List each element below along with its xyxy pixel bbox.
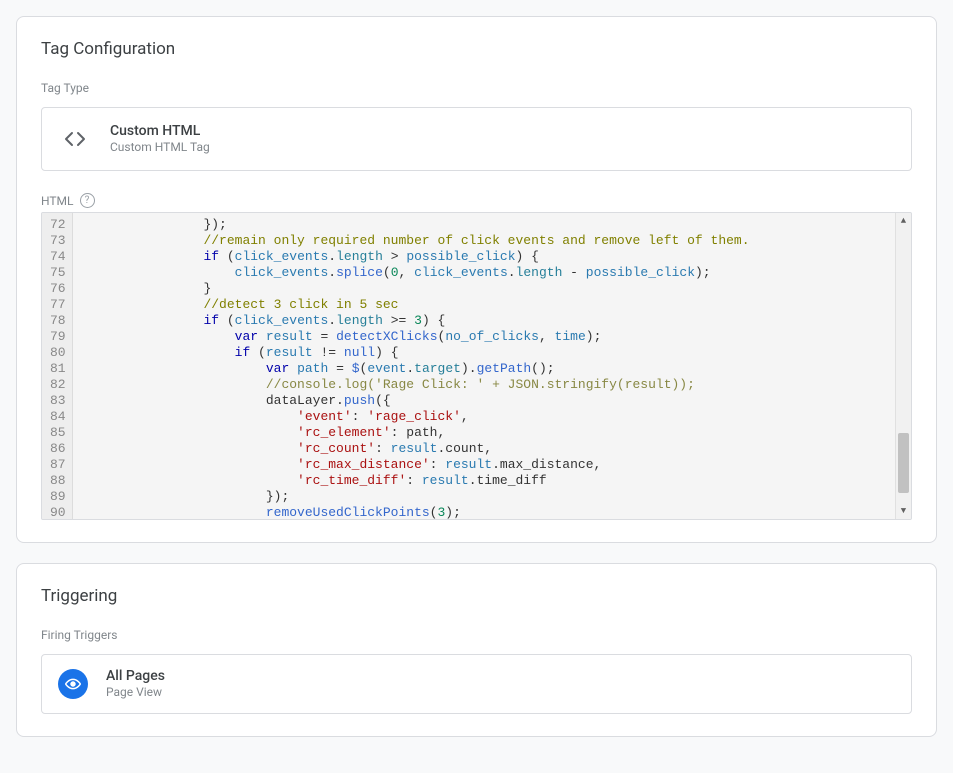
- html-field-label-row: HTML ?: [41, 193, 912, 208]
- scroll-up-arrow-icon[interactable]: ▲: [896, 213, 911, 229]
- tag-config-title: Tag Configuration: [41, 39, 912, 59]
- code-editor[interactable]: 72737475767778798081828384858687888990 }…: [41, 212, 912, 520]
- triggering-card: Triggering Firing Triggers All Pages Pag…: [16, 563, 937, 737]
- help-icon[interactable]: ?: [80, 193, 95, 208]
- tag-type-name: Custom HTML: [110, 122, 210, 140]
- trigger-sub: Page View: [106, 685, 165, 701]
- scroll-thumb[interactable]: [898, 433, 909, 493]
- editor-gutter: 72737475767778798081828384858687888990: [42, 213, 73, 519]
- triggering-title: Triggering: [41, 586, 912, 606]
- trigger-text: All Pages Page View: [106, 667, 165, 701]
- eye-icon: [58, 669, 88, 699]
- editor-code[interactable]: }); //remain only required number of cli…: [73, 213, 895, 519]
- trigger-selector[interactable]: All Pages Page View: [41, 654, 912, 714]
- tag-type-selector[interactable]: Custom HTML Custom HTML Tag: [41, 107, 912, 171]
- editor-scrollbar[interactable]: ▲ ▼: [895, 213, 911, 519]
- scroll-down-arrow-icon[interactable]: ▼: [896, 503, 911, 519]
- firing-triggers-label: Firing Triggers: [41, 628, 912, 642]
- tag-type-label: Tag Type: [41, 81, 912, 95]
- code-brackets-icon: [58, 122, 92, 156]
- tag-type-text: Custom HTML Custom HTML Tag: [110, 122, 210, 156]
- trigger-name: All Pages: [106, 667, 165, 685]
- tag-configuration-card: Tag Configuration Tag Type Custom HTML C…: [16, 16, 937, 543]
- html-label: HTML: [41, 194, 74, 208]
- tag-type-sub: Custom HTML Tag: [110, 140, 210, 156]
